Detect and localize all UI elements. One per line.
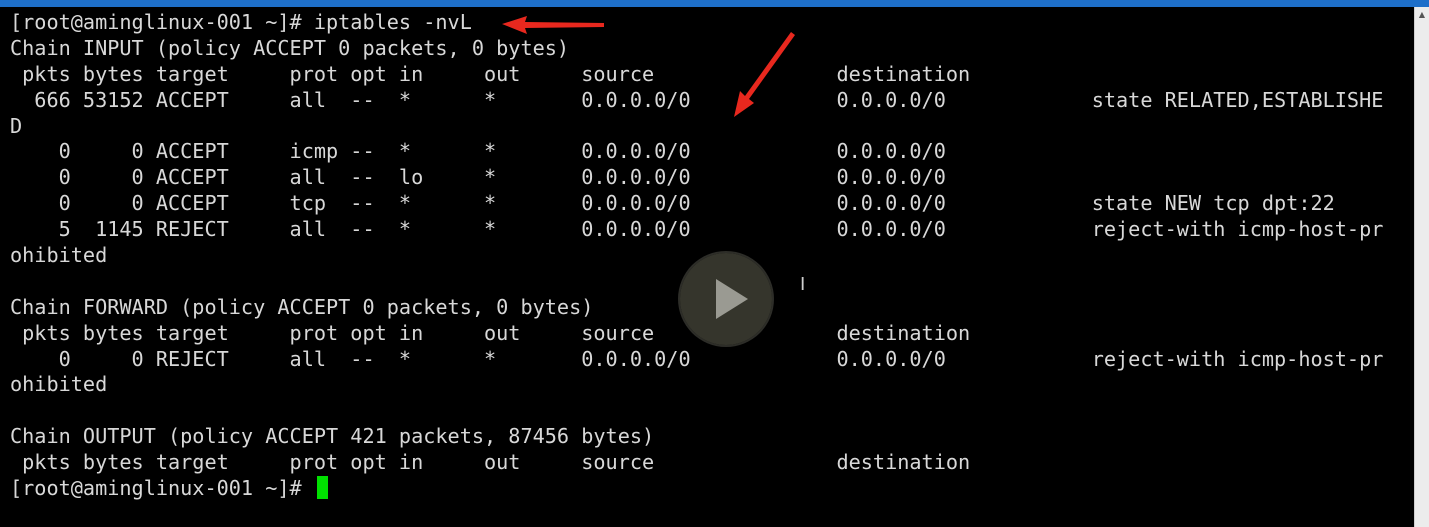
video-play-button[interactable] <box>680 253 772 345</box>
i-beam-cursor-icon: I <box>800 274 806 295</box>
play-icon <box>716 279 748 319</box>
terminal-window[interactable]: [root@aminglinux-001 ~]# iptables -nvL Ch… <box>0 0 1429 527</box>
